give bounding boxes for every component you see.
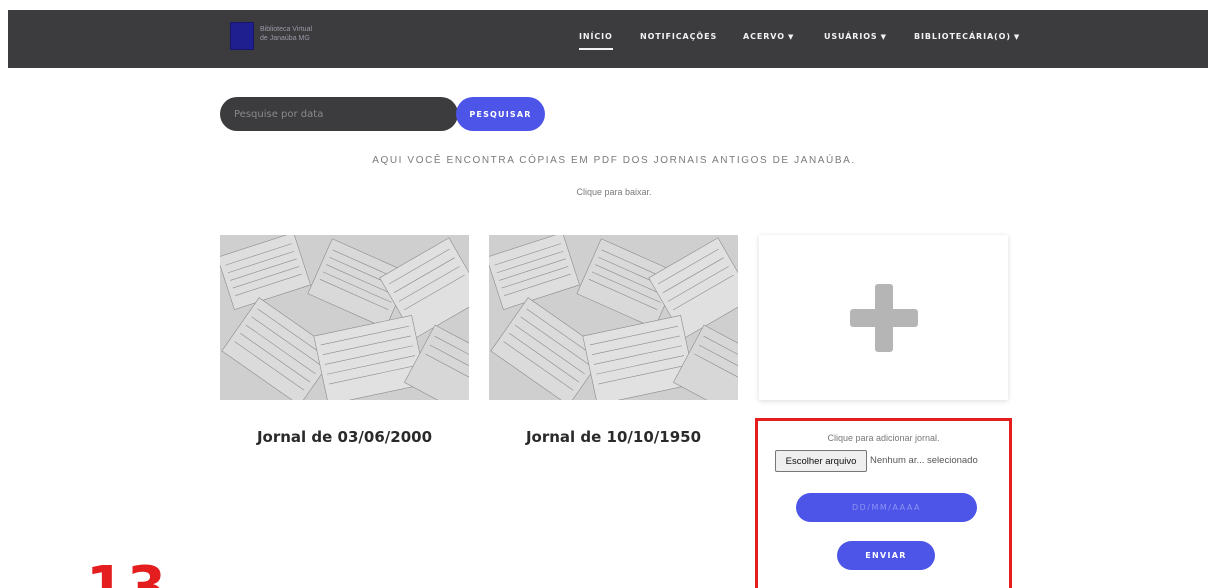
site-logo[interactable]: Biblioteca Virtual de Janaúba MG — [230, 22, 350, 54]
card-title[interactable]: Jornal de 10/10/1950 — [489, 428, 738, 446]
plus-icon-bar — [850, 309, 918, 327]
caret-down-icon: ▼ — [880, 33, 887, 41]
nav-inicio[interactable]: INÍCIO — [579, 32, 613, 50]
nav-bibliotecaria-dropdown[interactable]: BIBLIOTECÁRIA(O) ▼ — [914, 32, 1020, 41]
logo-text-line1: Biblioteca Virtual — [260, 26, 313, 33]
newspaper-collage-image — [220, 235, 469, 400]
newspaper-thumbnail[interactable] — [489, 235, 738, 400]
search-button[interactable]: PESQUISAR — [456, 97, 545, 131]
logo-text-line2: de Janaúba MG — [260, 35, 310, 42]
newspaper-collage-image — [489, 235, 738, 400]
nav-usuarios-dropdown[interactable]: USUÁRIOS ▼ — [824, 32, 887, 41]
upload-form: Clique para adicionar jornal. Escolher a… — [755, 418, 1012, 588]
caret-down-icon: ▼ — [787, 33, 795, 41]
newspaper-thumbnail[interactable] — [220, 235, 469, 400]
navbar: Biblioteca Virtual de Janaúba MG INÍCIO … — [8, 10, 1208, 68]
upload-label: Clique para adicionar jornal. — [827, 433, 940, 443]
book-logo-icon — [230, 22, 254, 50]
date-input[interactable] — [796, 493, 977, 522]
search-input[interactable] — [220, 97, 458, 131]
page-headline: AQUI VOCÊ ENCONTRA CÓPIAS EM PDF DOS JOR… — [372, 155, 856, 166]
file-status-text: Nenhum ar... selecionado — [870, 455, 978, 466]
send-button[interactable]: ENVIAR — [837, 541, 935, 570]
caret-down-icon: ▼ — [1013, 33, 1021, 41]
card-title[interactable]: Jornal de 03/06/2000 — [220, 428, 469, 446]
page-subtext: Clique para baixar. — [576, 187, 652, 197]
annotation-number: 13 — [86, 555, 168, 588]
nav-acervo-dropdown[interactable]: ACERVO ▼ — [743, 32, 794, 41]
nav-notificacoes[interactable]: NOTIFICAÇÕES — [640, 32, 717, 41]
choose-file-button[interactable]: Escolher arquivo — [775, 450, 867, 472]
add-newspaper-card[interactable] — [759, 235, 1008, 400]
